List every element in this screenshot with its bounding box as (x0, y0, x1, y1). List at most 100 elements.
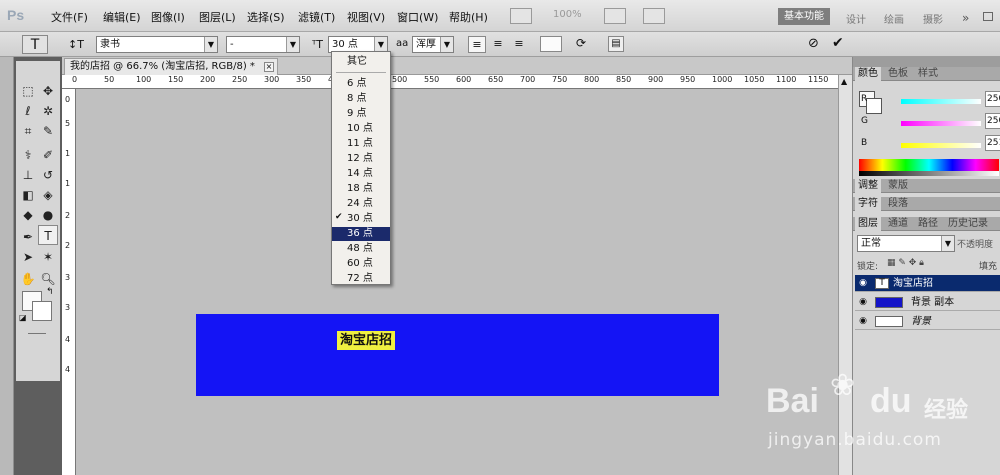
eye-icon[interactable]: ◉ (858, 317, 868, 326)
healing-brush-tool-icon[interactable]: ⚕ (18, 145, 38, 165)
orientation-toggle-icon[interactable]: ↕T (68, 38, 84, 51)
zoom-tool-icon[interactable]: 🔍︎ (38, 269, 58, 289)
lasso-tool-icon[interactable]: ℓ (18, 101, 38, 121)
dropdown-item-12[interactable]: 12 点 (332, 152, 390, 166)
warp-text-icon[interactable]: ⟳ (576, 36, 586, 50)
more-workspaces-icon[interactable]: » (962, 11, 969, 25)
window-restore-icon[interactable] (983, 12, 993, 21)
crop-tool-icon[interactable]: ⌗ (18, 121, 38, 141)
background-color-swatch[interactable] (32, 301, 52, 321)
align-left-icon[interactable]: ≡ (468, 36, 486, 53)
banner-shape[interactable] (196, 314, 719, 396)
hand-tool-icon[interactable]: ✋ (18, 269, 38, 289)
slider-g[interactable]: G 250 (853, 113, 1000, 135)
text-color-swatch[interactable] (540, 36, 562, 52)
font-style-select[interactable]: - ▼ (226, 36, 300, 53)
default-colors-icon[interactable]: ◪ (19, 313, 27, 322)
tab-styles[interactable]: 样式 (915, 67, 941, 81)
text-tool-preset-icon[interactable]: T (22, 35, 48, 54)
tab-color[interactable]: 颜色 (855, 67, 881, 81)
close-icon[interactable]: × (264, 62, 274, 72)
slider-value[interactable]: 250 (985, 91, 1000, 107)
marquee-tool-icon[interactable]: ⬚ (18, 81, 38, 101)
banner-text[interactable]: 淘宝店招 (337, 331, 396, 350)
antialias-select[interactable]: 浑厚 ▼ (412, 36, 454, 53)
dropdown-item-8[interactable]: 8 点 (332, 92, 390, 106)
align-right-icon[interactable]: ≡ (510, 36, 528, 53)
slider-b[interactable]: B 251 (853, 135, 1000, 157)
layer-name[interactable]: 淘宝店招 (893, 275, 933, 292)
paint-bucket-tool-icon[interactable]: ◈ (38, 185, 58, 205)
history-brush-tool-icon[interactable]: ↺ (38, 165, 58, 185)
menu-edit[interactable]: 编辑(E) (103, 9, 141, 25)
tab-swatches[interactable]: 色板 (885, 67, 911, 81)
screen-mode-button[interactable] (643, 8, 665, 24)
layer-name[interactable]: 背景 (911, 313, 931, 330)
slider-track[interactable] (901, 121, 981, 126)
workspace-essentials-button[interactable]: 基本功能 (778, 8, 830, 25)
workspace-photography[interactable]: 摄影 (923, 11, 943, 26)
dropdown-item-6[interactable]: 6 点 (332, 77, 390, 91)
slider-track[interactable] (901, 99, 981, 104)
clone-stamp-tool-icon[interactable]: ⊥ (18, 165, 38, 185)
menu-filter[interactable]: 滤镜(T) (298, 9, 335, 25)
dropdown-item-36[interactable]: 36 点 (332, 227, 390, 241)
layer-row[interactable]: ◉ 背景 副本 (855, 294, 1000, 311)
type-tool-icon[interactable]: T (38, 225, 58, 245)
layer-name[interactable]: 背景 副本 (911, 294, 954, 311)
quick-mask-icon[interactable] (28, 333, 46, 334)
dropdown-item-72[interactable]: 72 点 (332, 272, 390, 286)
eraser-tool-icon[interactable]: ◧ (18, 185, 38, 205)
menu-view[interactable]: 视图(V) (347, 9, 385, 25)
tab-paragraph[interactable]: 段落 (885, 197, 911, 211)
cancel-icon[interactable]: ⊘ (808, 36, 819, 51)
align-center-icon[interactable]: ≡ (489, 36, 507, 53)
dropdown-item-11[interactable]: 11 点 (332, 137, 390, 151)
blend-mode-select[interactable]: 正常 ▼ (857, 235, 955, 252)
blur-tool-icon[interactable]: ◆ (18, 205, 38, 225)
slider-value[interactable]: 250 (985, 113, 1000, 129)
layer-row[interactable]: ◉ T 淘宝店招 (855, 275, 1000, 292)
tab-paths[interactable]: 路径 (915, 217, 941, 231)
dropdown-item-48[interactable]: 48 点 (332, 242, 390, 256)
path-selection-tool-icon[interactable]: ➤ (18, 247, 38, 267)
swap-colors-icon[interactable]: ↰ (46, 287, 54, 297)
dropdown-item-10[interactable]: 10 点 (332, 122, 390, 136)
menu-help[interactable]: 帮助(H) (449, 9, 488, 25)
grayscale-ramp[interactable] (859, 171, 999, 176)
dropdown-item-14[interactable]: 14 点 (332, 167, 390, 181)
tab-adjustments[interactable]: 调整 (855, 179, 881, 193)
eyedropper-tool-icon[interactable]: ✎ (38, 121, 58, 141)
dropdown-item-9[interactable]: 9 点 (332, 107, 390, 121)
tab-masks[interactable]: 蒙版 (885, 179, 911, 193)
move-tool-icon[interactable]: ✥ (38, 81, 58, 101)
workspace-painting[interactable]: 绘画 (884, 11, 904, 26)
canvas-area[interactable] (76, 89, 838, 475)
tab-channels[interactable]: 通道 (885, 217, 911, 231)
slider-track[interactable] (901, 143, 981, 148)
custom-shape-tool-icon[interactable]: ✶ (38, 247, 58, 267)
character-panel-icon[interactable]: ▤ (608, 36, 624, 52)
dropdown-item-30[interactable]: 30 点 (332, 212, 390, 226)
workspace-design[interactable]: 设计 (846, 11, 866, 26)
layer-row[interactable]: ◉ 背景 (855, 313, 1000, 330)
dropdown-other[interactable]: 其它 (332, 55, 390, 69)
menu-select[interactable]: 选择(S) (247, 9, 285, 25)
eye-icon[interactable]: ◉ (858, 279, 868, 288)
menu-window[interactable]: 窗口(W) (397, 9, 438, 25)
dodge-tool-icon[interactable]: ● (38, 205, 58, 225)
pen-tool-icon[interactable]: ✒ (18, 227, 38, 247)
lock-icons[interactable]: ▦ ✎ ✥ 🔒︎ (887, 258, 924, 268)
dropdown-item-24[interactable]: 24 点 (332, 197, 390, 211)
slider-r[interactable]: R 250 (853, 91, 1000, 113)
tab-history[interactable]: 历史记录 (945, 217, 991, 231)
menu-image[interactable]: 图像(I) (151, 9, 185, 25)
slider-value[interactable]: 251 (985, 135, 1000, 151)
dropdown-item-18[interactable]: 18 点 (332, 182, 390, 196)
dropdown-item-60[interactable]: 60 点 (332, 257, 390, 271)
commit-icon[interactable]: ✔ (832, 35, 844, 51)
tab-layers[interactable]: 图层 (855, 217, 881, 231)
tab-character[interactable]: 字符 (855, 197, 881, 211)
font-family-select[interactable]: 隶书 ▼ (96, 36, 218, 53)
zoom-level[interactable]: 100% (553, 9, 599, 23)
